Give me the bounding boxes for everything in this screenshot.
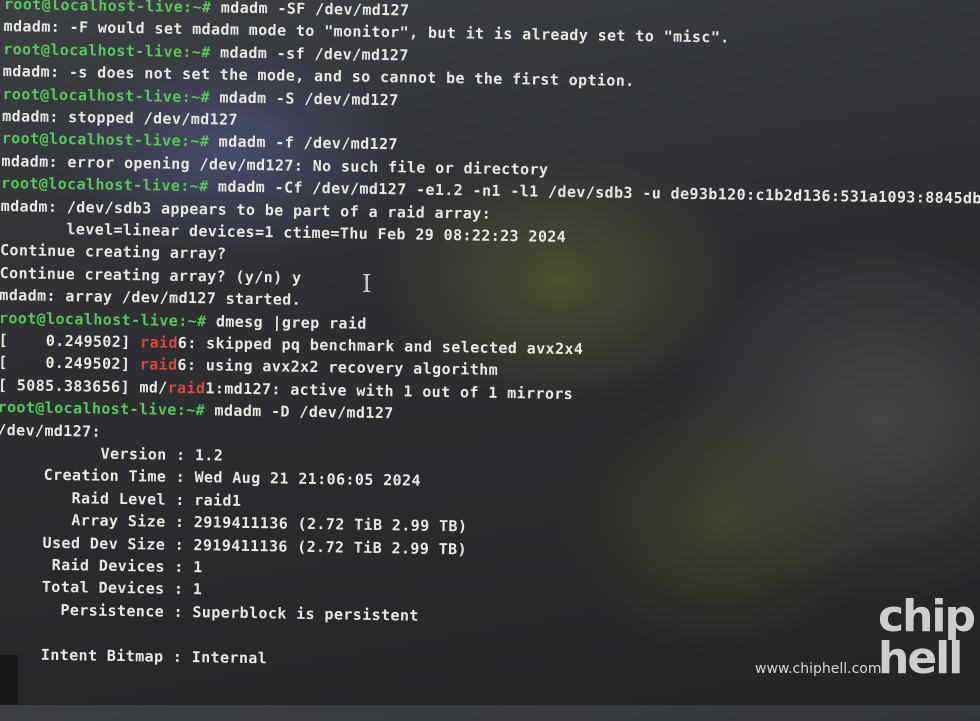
output-line: /dev/md127:	[0, 420, 102, 441]
output-line: Raid Devices : 1	[0, 554, 203, 577]
shell-prompt: root@localhost-live:~#	[0, 174, 209, 196]
grep-match: raid	[139, 355, 178, 375]
command-text: mdadm -sf /dev/md127	[210, 43, 409, 65]
output-line: mdadm: /dev/sdb3 appears to be part of a…	[0, 196, 492, 223]
output-text: 1:md127: active with 1 out of 1 mirrors	[205, 379, 574, 403]
command-text: mdadm -D /dev/md127	[204, 401, 394, 423]
grep-match: raid	[167, 378, 206, 398]
output-line: Persistence : Superblock is persistent	[0, 599, 419, 625]
output-line: Continue creating array?	[0, 241, 227, 263]
shell-prompt: root@localhost-live:~#	[0, 398, 206, 420]
output-line: Creation Time : Wed Aug 21 21:06:05 2024	[0, 465, 422, 491]
watermark-url: www.chiphell.com	[755, 661, 882, 677]
terminal-window[interactable]: root@localhost-live:~# mdadm -SF /dev/md…	[0, 0, 980, 720]
command-text: mdadm -S /dev/md127	[209, 87, 399, 109]
command-text: mdadm -SF /dev/md127	[211, 0, 410, 20]
shell-prompt: root@localhost-live:~#	[1, 129, 210, 151]
shell-prompt: root@localhost-live:~#	[2, 84, 211, 106]
shell-prompt: root@localhost-live:~#	[0, 308, 207, 330]
command-line: root@localhost-live:~# mdadm -SF /dev/md…	[4, 0, 410, 19]
command-text: dmesg |grep raid	[206, 311, 367, 333]
grep-match: raid	[139, 333, 178, 352]
text-cursor-icon: I	[362, 270, 372, 298]
output-line: mdadm: error opening /dev/md127: No such…	[1, 151, 549, 179]
command-line: root@localhost-live:~# mdadm -sf /dev/md…	[3, 40, 409, 64]
command-line: root@localhost-live:~# mdadm -D /dev/md1…	[0, 398, 394, 422]
output-line: Raid Level : raid1	[0, 487, 242, 510]
output-text: [ 5085.383656] md/	[0, 375, 168, 397]
output-line: [ 0.249502] raid6: using avx2x2 recovery…	[0, 353, 498, 379]
output-line: Used Dev Size : 2919411136 (2.72 TiB 2.9…	[0, 532, 468, 558]
output-line: mdadm: array /dev/md127 started.	[0, 286, 302, 309]
output-line: mdadm: stopped /dev/md127	[2, 107, 239, 129]
output-line: Array Size : 2919411136 (2.72 TiB 2.99 T…	[0, 510, 468, 536]
screen-bezel-edge	[0, 655, 18, 705]
command-text: mdadm -f /dev/md127	[209, 132, 399, 154]
output-line: Version : 1.2	[0, 443, 224, 465]
command-line: root@localhost-live:~# mdadm -f /dev/md1…	[2, 129, 398, 153]
output-text: [ 0.249502]	[0, 331, 141, 352]
command-line: root@localhost-live:~# dmesg |grep raid	[0, 309, 367, 333]
output-line: Total Devices : 1	[0, 577, 203, 599]
output-line: Continue creating array? (y/n) y	[0, 263, 302, 287]
command-line: root@localhost-live:~# mdadm -S /dev/md1…	[2, 85, 398, 109]
chiphell-logo: chip hell	[878, 591, 976, 684]
output-text: [ 0.249502]	[0, 353, 140, 374]
output-text: 6: using avx2x2 recovery algorithm	[177, 356, 499, 380]
output-line: Intent Bitmap : Internal	[0, 644, 268, 667]
output-text: 6: skipped pq benchmark and selected avx…	[177, 333, 584, 359]
shell-prompt: root@localhost-live:~#	[3, 39, 211, 62]
shell-prompt: root@localhost-live:~#	[3, 0, 212, 17]
